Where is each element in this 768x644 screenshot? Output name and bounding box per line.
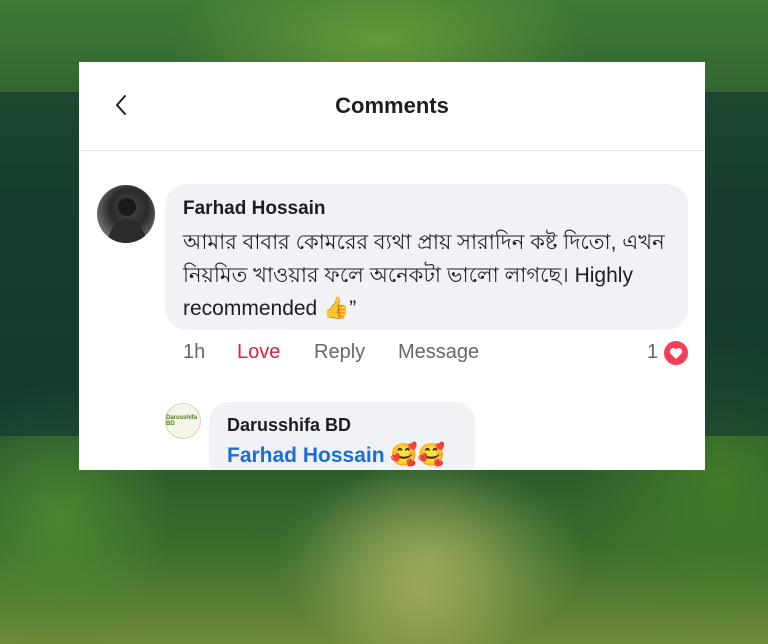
reply-emojis: 🥰🥰 [390, 442, 446, 467]
love-button[interactable]: Love [237, 341, 280, 364]
avatar[interactable] [97, 185, 155, 243]
reaction-count[interactable]: 1 [647, 341, 658, 364]
page-avatar-logo: Darusshifa BD [166, 415, 198, 427]
reply-text: Farhad Hossain 🥰🥰 [227, 442, 445, 468]
page-title: Comments [335, 93, 449, 118]
comment-bubble: Farhad Hossain আমার বাবার কোমরের ব্যথা প… [165, 184, 688, 330]
reply-mention[interactable]: Farhad Hossain [227, 444, 385, 467]
reply-bubble: Darusshifa BD Farhad Hossain 🥰🥰 [209, 402, 475, 470]
comment-author[interactable]: Farhad Hossain [183, 198, 326, 220]
forest-path [300, 470, 540, 644]
message-button[interactable]: Message [398, 341, 479, 364]
background-band-left [0, 92, 79, 436]
comment-time: 1h [183, 341, 206, 363]
comment-text: আমার বাবার কোমরের ব্যথা প্রায় সারাদিন ক… [183, 231, 665, 320]
background-band-right [705, 92, 768, 436]
reply-button[interactable]: Reply [314, 341, 365, 364]
page-avatar[interactable]: Darusshifa BD [165, 403, 201, 439]
heart-icon[interactable] [664, 341, 688, 365]
comments-panel: Comments Farhad Hossain আমার বাবার কোমরে… [79, 62, 705, 470]
reply-author[interactable]: Darusshifa BD [227, 415, 351, 436]
comments-header: Comments [79, 62, 705, 151]
